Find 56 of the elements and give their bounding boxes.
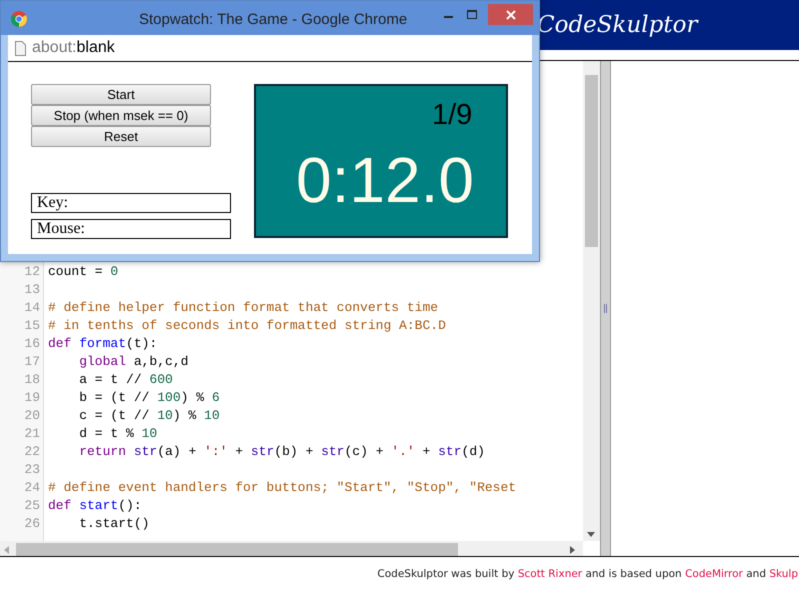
code-line: d = t % 10 <box>78 425 158 443</box>
window-title: Stopwatch: The Game - Google Chrome <box>139 10 408 30</box>
code-line: a = t // 600 <box>78 371 173 389</box>
page-icon <box>15 40 26 56</box>
line-number: 15 <box>23 317 41 335</box>
scroll-right-icon[interactable] <box>570 546 575 554</box>
mouse-display: Mouse: <box>31 219 231 239</box>
credit-link[interactable]: Skulp <box>769 568 798 580</box>
line-number: 24 <box>23 479 41 497</box>
line-number: 18 <box>23 371 41 389</box>
minimize-icon[interactable] <box>444 16 453 19</box>
scrollbar-thumb[interactable] <box>585 75 598 247</box>
scrollbar-thumb[interactable] <box>16 543 458 556</box>
line-number: 22 <box>23 443 41 461</box>
code-line: # define event handlers for buttons; "Start", "Stop", "Reset <box>48 479 516 497</box>
line-number: 25 <box>23 497 41 515</box>
timer-text: 0:12.0 <box>296 144 474 216</box>
address-text: about:blank <box>32 38 115 58</box>
line-number: 13 <box>23 281 41 299</box>
code-line: b = (t // 100) % 6 <box>78 389 220 407</box>
site-logo[interactable]: CodeSkulptor <box>537 8 698 42</box>
close-icon <box>506 10 516 20</box>
code-line: # in tenths of seconds into formatted string A:BC.D <box>48 317 446 335</box>
line-number: 23 <box>23 461 41 479</box>
chrome-icon <box>11 11 27 27</box>
line-number: 17 <box>23 353 41 371</box>
line-number: 26 <box>23 515 41 533</box>
control-button[interactable]: Start <box>31 84 211 105</box>
horizontal-scrollbar[interactable] <box>0 541 583 556</box>
line-number: 14 <box>23 299 41 317</box>
key-display: Key: <box>31 193 231 213</box>
credit-link[interactable]: CodeMirror <box>685 568 743 580</box>
score-text: 1/9 <box>432 98 472 133</box>
credit-link[interactable]: Scott Rixner <box>518 568 582 580</box>
code-line: global a,b,c,d <box>78 353 188 371</box>
line-number: 20 <box>23 407 41 425</box>
code-line: def format(t): <box>48 335 158 353</box>
line-number: 12 <box>23 263 41 281</box>
maximize-icon[interactable] <box>467 10 477 19</box>
code-line: return str(a) + ':' + str(b) + str(c) + '.' + str(d) <box>78 443 485 461</box>
control-button[interactable]: Stop (when msek == 0) <box>31 105 211 126</box>
scroll-down-icon[interactable] <box>587 532 595 537</box>
close-button[interactable] <box>488 4 533 25</box>
credits-text: CodeSkulptor was built by Scott Rixner and is based upon CodeMirror and Skulp <box>377 567 799 582</box>
line-number: 19 <box>23 389 41 407</box>
line-number: 16 <box>23 335 41 353</box>
code-line: def start(): <box>48 497 142 515</box>
address-bar[interactable]: about:blank <box>8 35 532 62</box>
code-line: c = (t // 10) % 10 <box>78 407 220 425</box>
code-line: count = 0 <box>48 263 118 281</box>
grip-icon <box>604 304 607 313</box>
vertical-scrollbar[interactable] <box>583 61 600 541</box>
code-line: # define helper function format that converts time <box>48 299 438 317</box>
control-button[interactable]: Reset <box>31 126 211 147</box>
line-number: 21 <box>23 425 41 443</box>
code-line: t.start() <box>78 515 150 533</box>
